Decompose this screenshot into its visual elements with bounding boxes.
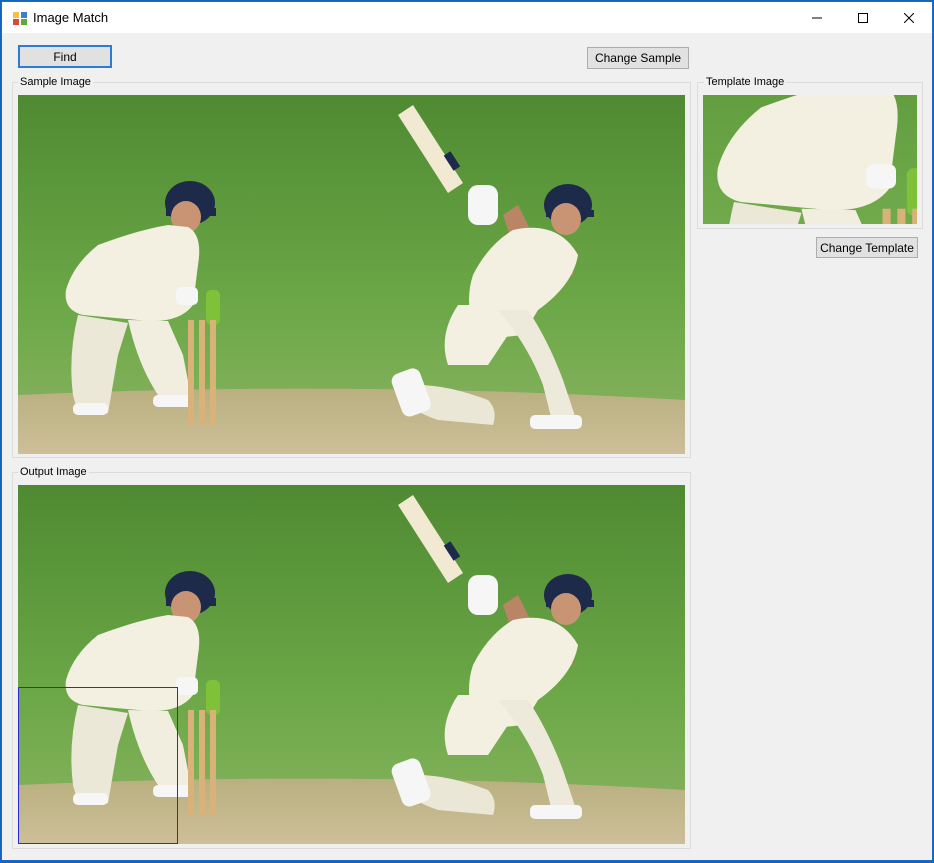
- minimize-button[interactable]: [794, 2, 840, 33]
- template-image-group: Template Image: [697, 76, 923, 229]
- close-icon: [904, 12, 914, 23]
- change-template-button[interactable]: Change Template: [816, 237, 918, 258]
- sample-image-group: Sample Image: [12, 76, 691, 458]
- match-rectangle: [18, 687, 178, 844]
- sample-image: [18, 95, 685, 454]
- image-match-window: Image Match Find Change Sample Sample Im…: [1, 1, 933, 861]
- template-image-label: Template Image: [704, 76, 787, 89]
- sample-image-label: Sample Image: [18, 76, 93, 89]
- window-title: Image Match: [33, 10, 109, 25]
- app-icon: [13, 12, 27, 25]
- maximize-icon: [858, 12, 868, 23]
- output-image-group: Output Image: [12, 466, 691, 849]
- find-button[interactable]: Find: [18, 45, 112, 68]
- maximize-button[interactable]: [840, 2, 886, 33]
- change-sample-button[interactable]: Change Sample: [587, 47, 689, 69]
- title-bar: Image Match: [2, 2, 932, 33]
- output-image: [18, 485, 685, 844]
- minimize-icon: [812, 17, 822, 18]
- close-button[interactable]: [886, 2, 932, 33]
- output-image-label: Output Image: [18, 466, 89, 479]
- template-image: [703, 95, 917, 224]
